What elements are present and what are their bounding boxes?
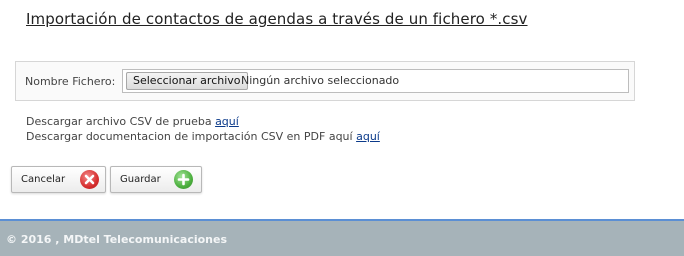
file-upload-panel: Nombre Fichero: Seleccionar archivo Ning… xyxy=(15,61,635,101)
download-pdf-row: Descargar documentacion de importación C… xyxy=(26,129,380,144)
add-plus-icon xyxy=(174,170,193,189)
footer-copyright: © 2016 , MDtel Telecomunicaciones xyxy=(6,233,228,246)
download-csv-link[interactable]: aquí xyxy=(215,115,239,128)
cancel-button[interactable]: Cancelar xyxy=(11,166,106,193)
page-footer: © 2016 , MDtel Telecomunicaciones xyxy=(0,219,684,256)
save-button[interactable]: Guardar xyxy=(110,166,202,193)
download-pdf-link[interactable]: aquí xyxy=(356,130,380,143)
select-file-button[interactable]: Seleccionar archivo xyxy=(126,72,248,90)
save-button-label: Guardar xyxy=(120,174,161,185)
download-pdf-text: Descargar documentacion de importación C… xyxy=(26,130,353,143)
file-status-text: Ningún archivo seleccionado xyxy=(241,74,400,87)
download-csv-text: Descargar archivo CSV de prueba xyxy=(26,115,212,128)
file-input[interactable]: Seleccionar archivo Ningún archivo selec… xyxy=(122,69,629,93)
file-name-label: Nombre Fichero: xyxy=(25,75,116,88)
download-links: Descargar archivo CSV de prueba aquí Des… xyxy=(26,114,380,144)
download-csv-row: Descargar archivo CSV de prueba aquí xyxy=(26,114,380,129)
cancel-button-label: Cancelar xyxy=(21,174,66,185)
cancel-x-icon xyxy=(80,170,99,189)
page-title: Importación de contactos de agendas a tr… xyxy=(26,10,528,28)
